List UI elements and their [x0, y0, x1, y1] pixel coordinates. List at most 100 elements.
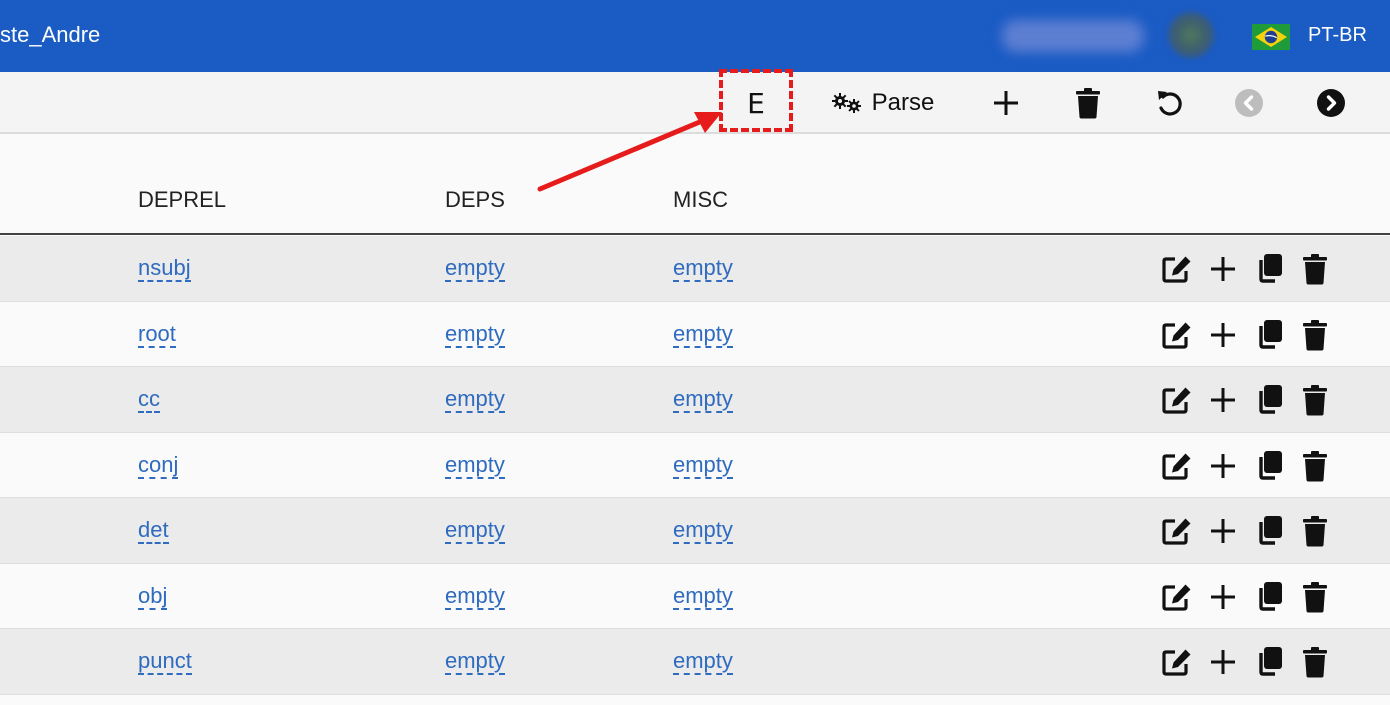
- table-row: obj empty empty: [0, 563, 1390, 629]
- plus-icon: [994, 91, 1018, 115]
- user-avatar[interactable]: [1168, 12, 1214, 58]
- trash-icon: [1076, 88, 1100, 119]
- row-actions: [1160, 319, 1332, 351]
- plus-icon: [1211, 388, 1235, 412]
- delete-token-button[interactable]: [1298, 515, 1332, 547]
- add-token-button[interactable]: [1206, 319, 1240, 351]
- deps-cell[interactable]: empty: [445, 583, 505, 610]
- misc-cell[interactable]: empty: [673, 321, 733, 348]
- copy-icon: [1259, 385, 1282, 414]
- project-title[interactable]: ste_Andre: [0, 22, 100, 48]
- row-actions: [1160, 384, 1332, 416]
- deps-cell[interactable]: empty: [445, 387, 505, 413]
- delete-token-button[interactable]: [1298, 581, 1332, 613]
- deprel-cell[interactable]: conj: [138, 452, 179, 479]
- deps-cell[interactable]: empty: [445, 321, 505, 348]
- delete-sentence-button[interactable]: [1070, 72, 1106, 134]
- edit-icon: [1162, 256, 1191, 283]
- edit-token-button[interactable]: [1160, 384, 1194, 416]
- copy-token-button[interactable]: [1252, 515, 1286, 547]
- add-token-button[interactable]: [1206, 515, 1240, 547]
- table-row: punct empty empty: [0, 629, 1390, 695]
- table-row: cc empty empty: [0, 367, 1390, 433]
- token-table: nsubj empty empty root empty empty cc empty empt…: [0, 236, 1390, 695]
- table-row: nsubj empty empty: [0, 236, 1390, 302]
- row-actions: [1160, 581, 1332, 613]
- parse-label: Parse: [871, 89, 935, 116]
- edit-mode-button[interactable]: E: [720, 72, 792, 134]
- trash-icon: [1303, 450, 1327, 481]
- copy-icon: [1259, 254, 1282, 283]
- edit-icon: [1162, 584, 1191, 611]
- row-actions: [1160, 253, 1332, 285]
- deps-cell[interactable]: empty: [445, 649, 505, 675]
- edit-token-button[interactable]: [1160, 581, 1194, 613]
- undo-button[interactable]: [1150, 72, 1190, 134]
- toolbar: E Parse: [0, 72, 1390, 134]
- edit-icon: [1162, 649, 1191, 676]
- deps-cell[interactable]: empty: [445, 452, 505, 479]
- trash-icon: [1303, 516, 1327, 547]
- user-name-blurred[interactable]: [1002, 20, 1144, 52]
- previous-sentence-button[interactable]: [1228, 72, 1270, 134]
- misc-cell[interactable]: empty: [673, 518, 733, 544]
- copy-icon: [1259, 516, 1282, 545]
- deprel-cell[interactable]: root: [138, 321, 176, 348]
- delete-token-button[interactable]: [1298, 319, 1332, 351]
- parse-button[interactable]: Parse: [820, 72, 944, 134]
- delete-token-button[interactable]: [1298, 253, 1332, 285]
- column-header-deps: DEPS: [445, 187, 505, 212]
- row-actions: [1160, 515, 1332, 547]
- copy-token-button[interactable]: [1252, 450, 1286, 482]
- language-selector[interactable]: PT-BR: [1308, 24, 1367, 47]
- deps-cell[interactable]: empty: [445, 518, 505, 544]
- edit-token-button[interactable]: [1160, 515, 1194, 547]
- copy-icon: [1259, 319, 1282, 349]
- table-header: DEPREL DEPS MISC: [0, 135, 1390, 235]
- edit-icon: [1162, 518, 1191, 545]
- row-actions: [1160, 450, 1332, 482]
- misc-cell[interactable]: empty: [673, 583, 733, 610]
- deprel-cell[interactable]: nsubj: [138, 256, 191, 282]
- misc-cell[interactable]: empty: [673, 452, 733, 479]
- plus-icon: [1211, 584, 1235, 609]
- edit-token-button[interactable]: [1160, 253, 1194, 285]
- copy-token-button[interactable]: [1252, 319, 1286, 351]
- delete-token-button[interactable]: [1298, 646, 1332, 678]
- trash-icon: [1303, 254, 1327, 285]
- edit-token-button[interactable]: [1160, 450, 1194, 482]
- plus-icon: [1211, 257, 1235, 281]
- delete-token-button[interactable]: [1298, 450, 1332, 482]
- chevron-left-circle-icon: [1235, 89, 1263, 117]
- deprel-cell[interactable]: det: [138, 518, 169, 544]
- add-token-button[interactable]: [1206, 450, 1240, 482]
- deprel-cell[interactable]: cc: [138, 387, 160, 413]
- delete-token-button[interactable]: [1298, 384, 1332, 416]
- misc-cell[interactable]: empty: [673, 387, 733, 413]
- copy-token-button[interactable]: [1252, 646, 1286, 678]
- edit-token-button[interactable]: [1160, 646, 1194, 678]
- column-header-deprel: DEPREL: [138, 187, 227, 212]
- copy-token-button[interactable]: [1252, 384, 1286, 416]
- misc-cell[interactable]: empty: [673, 649, 733, 675]
- add-token-button[interactable]: [1206, 581, 1240, 613]
- add-token-button[interactable]: [1206, 253, 1240, 285]
- copy-token-button[interactable]: [1252, 581, 1286, 613]
- next-sentence-button[interactable]: [1310, 72, 1352, 134]
- deps-cell[interactable]: empty: [445, 256, 505, 282]
- misc-cell[interactable]: empty: [673, 256, 733, 282]
- deprel-cell[interactable]: punct: [138, 649, 192, 675]
- add-token-button[interactable]: [1206, 646, 1240, 678]
- add-token-button[interactable]: [1206, 384, 1240, 416]
- deprel-cell[interactable]: obj: [138, 583, 168, 610]
- copy-icon: [1259, 450, 1282, 480]
- copy-token-button[interactable]: [1252, 253, 1286, 285]
- trash-icon: [1303, 319, 1327, 350]
- table-row: root empty empty: [0, 301, 1390, 367]
- brazil-flag-icon[interactable]: [1252, 24, 1290, 50]
- top-navbar: ste_Andre PT-BR: [0, 0, 1390, 72]
- add-sentence-button[interactable]: [985, 72, 1027, 134]
- gears-icon: [831, 93, 861, 113]
- edit-token-button[interactable]: [1160, 319, 1194, 351]
- plus-icon: [1211, 650, 1235, 674]
